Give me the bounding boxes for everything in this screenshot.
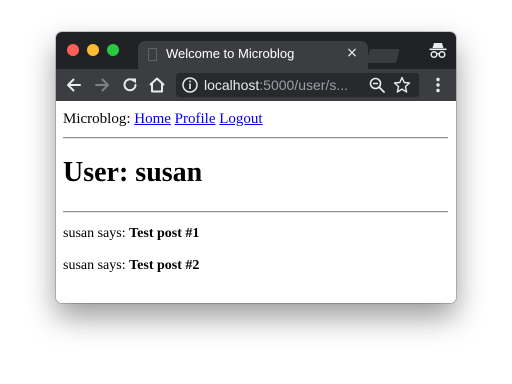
info-icon[interactable] bbox=[181, 76, 199, 94]
nav-link-logout[interactable]: Logout bbox=[219, 111, 262, 127]
page-icon bbox=[148, 48, 157, 61]
divider bbox=[63, 211, 448, 213]
divider bbox=[63, 137, 448, 139]
incognito-icon bbox=[429, 43, 447, 59]
back-arrow-icon[interactable] bbox=[64, 75, 84, 95]
title-bar: Welcome to Microblog × bbox=[56, 32, 456, 69]
nav-link-profile[interactable]: Profile bbox=[175, 111, 216, 127]
page-title: User: susan bbox=[63, 157, 203, 188]
site-nav: Microblog: Home Profile Logout bbox=[63, 111, 263, 128]
site-brand: Microblog: bbox=[63, 111, 131, 127]
star-icon[interactable] bbox=[393, 76, 411, 94]
reload-icon[interactable] bbox=[120, 75, 140, 95]
browser-toolbar: localhost:5000/user/s... bbox=[56, 69, 456, 101]
post-author: susan says: bbox=[63, 226, 126, 241]
browser-tab[interactable]: Welcome to Microblog × bbox=[138, 41, 368, 69]
nav-link-home[interactable]: Home bbox=[134, 111, 171, 127]
url-host: localhost bbox=[204, 77, 260, 93]
window-close-button[interactable] bbox=[67, 44, 79, 56]
post-body: Test post #1 bbox=[129, 226, 200, 241]
kebab-menu-icon[interactable] bbox=[428, 75, 448, 95]
url-text[interactable]: localhost:5000/user/s... bbox=[204, 76, 364, 94]
post-body: Test post #2 bbox=[129, 258, 200, 273]
window-minimize-button[interactable] bbox=[87, 44, 99, 56]
tab-close-button[interactable]: × bbox=[344, 45, 360, 61]
forward-arrow-icon[interactable] bbox=[92, 75, 112, 95]
home-icon[interactable] bbox=[147, 75, 167, 95]
new-tab-button[interactable] bbox=[366, 49, 400, 63]
post-item: susan says: Test post #2 bbox=[63, 257, 199, 274]
post-author: susan says: bbox=[63, 258, 126, 273]
zoom-out-icon[interactable] bbox=[368, 76, 386, 94]
tab-title: Welcome to Microblog bbox=[166, 46, 295, 61]
browser-window: Welcome to Microblog × localhost:5000/us… bbox=[56, 32, 456, 303]
url-path: :5000/user/s... bbox=[259, 77, 348, 93]
page-content: Microblog: Home Profile Logout User: sus… bbox=[56, 101, 456, 303]
address-bar[interactable]: localhost:5000/user/s... bbox=[176, 73, 419, 97]
post-item: susan says: Test post #1 bbox=[63, 225, 199, 242]
window-maximize-button[interactable] bbox=[107, 44, 119, 56]
